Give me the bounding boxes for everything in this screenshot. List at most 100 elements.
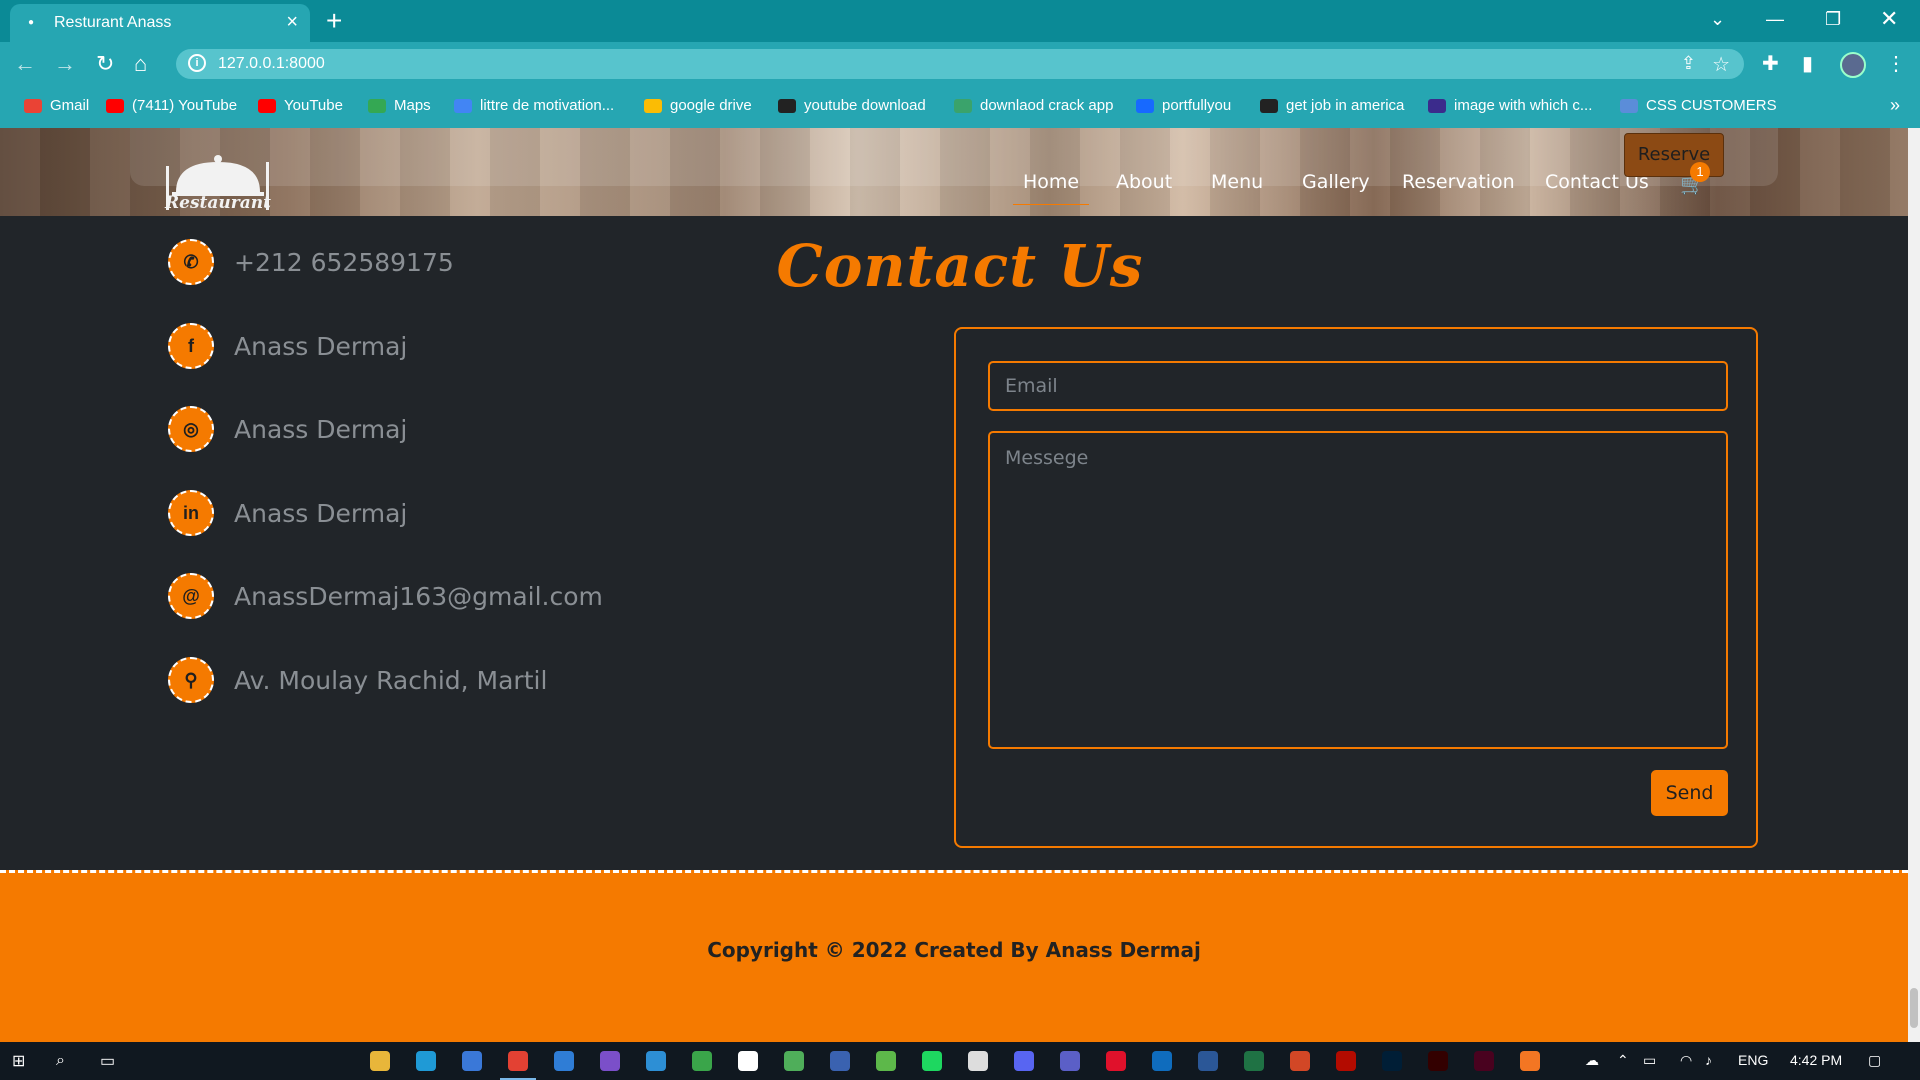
- app-icon[interactable]: [968, 1051, 988, 1071]
- nav-reservation[interactable]: Reservation: [1402, 171, 1515, 193]
- contact-item: ◎ Anass Dermaj: [168, 406, 407, 452]
- outlook-icon[interactable]: [1152, 1051, 1172, 1071]
- contact-text: AnassDermaj163@gmail.com: [234, 581, 603, 611]
- bookmarks-overflow-icon[interactable]: »: [1890, 95, 1900, 116]
- tray-weather-icon[interactable]: ☁: [1585, 1052, 1599, 1069]
- bookmark-item[interactable]: image with which c...: [1428, 97, 1592, 114]
- restore-icon[interactable]: ❐: [1825, 6, 1841, 32]
- message-textarea[interactable]: [988, 431, 1728, 749]
- mail-icon[interactable]: [554, 1051, 574, 1071]
- bookmark-label: youtube download: [804, 97, 926, 114]
- tab-search-chevron-icon[interactable]: ⌄: [1710, 6, 1725, 32]
- visual-studio-icon[interactable]: [600, 1051, 620, 1071]
- illustrator-icon[interactable]: [1428, 1051, 1448, 1071]
- indesign-icon[interactable]: [1474, 1051, 1494, 1071]
- app-icon[interactable]: [876, 1051, 896, 1071]
- address-bar[interactable]: i 127.0.0.1:8000 ⇪ ☆: [176, 49, 1744, 79]
- address-url[interactable]: 127.0.0.1:8000: [218, 55, 325, 73]
- task-view-icon[interactable]: ▭: [100, 1049, 115, 1073]
- browser-titlebar: ● Resturant Anass × + ⌄ — ❐ ✕: [0, 0, 1920, 42]
- vscode-icon[interactable]: [646, 1051, 666, 1071]
- share-icon[interactable]: ⇪: [1681, 53, 1696, 74]
- file-explorer-icon[interactable]: [370, 1051, 390, 1071]
- bookmark-item[interactable]: downlaod crack app: [954, 97, 1113, 114]
- acrobat-icon[interactable]: [1336, 1051, 1356, 1071]
- opera-icon[interactable]: [1106, 1051, 1126, 1071]
- wifi-icon[interactable]: ◠: [1680, 1052, 1692, 1069]
- chrome-icon[interactable]: [508, 1051, 528, 1071]
- photoshop-icon[interactable]: [1382, 1051, 1402, 1071]
- reload-icon[interactable]: ↻: [96, 51, 114, 77]
- facebook-icon: f: [168, 323, 214, 369]
- windows-start-icon[interactable]: ⊞: [12, 1049, 25, 1073]
- home-icon[interactable]: ⌂: [134, 51, 147, 77]
- bookmark-item[interactable]: get job in america: [1260, 97, 1404, 114]
- discord-icon[interactable]: [1014, 1051, 1034, 1071]
- browser-tab[interactable]: ● Resturant Anass ×: [10, 4, 310, 42]
- restaurant-logo[interactable]: Restaurant: [162, 152, 274, 214]
- nav-about[interactable]: About: [1116, 171, 1172, 193]
- nav-menu[interactable]: Menu: [1211, 171, 1263, 193]
- word-icon[interactable]: [1198, 1051, 1218, 1071]
- taskbar-search-icon[interactable]: ⌕: [56, 1049, 65, 1073]
- bookmark-item[interactable]: youtube download: [778, 97, 926, 114]
- extensions-puzzle-icon[interactable]: ✚: [1762, 52, 1779, 76]
- bookmark-item[interactable]: (7411) YouTube: [106, 97, 237, 114]
- instagram-icon: ◎: [168, 406, 214, 452]
- battery-icon[interactable]: ▭: [1643, 1052, 1656, 1069]
- clock[interactable]: 4:42 PM: [1790, 1052, 1842, 1068]
- send-button[interactable]: Send: [1651, 770, 1728, 816]
- bookmark-label: littre de motivation...: [480, 97, 615, 114]
- side-panel-icon[interactable]: ▮: [1802, 52, 1813, 76]
- contact-text: Anass Dermaj: [234, 498, 408, 528]
- bookmark-item[interactable]: littre de motivation...: [454, 97, 614, 114]
- back-arrow-icon[interactable]: ←: [14, 51, 36, 77]
- bookmark-item[interactable]: CSS CUSTOMERS: [1620, 97, 1777, 114]
- app-icon[interactable]: [830, 1051, 850, 1071]
- tab-close-icon[interactable]: ×: [286, 11, 298, 33]
- contact-text: Av. Moulay Rachid, Martil: [234, 665, 548, 695]
- bookmark-item[interactable]: Maps: [368, 97, 431, 114]
- contact-item: f Anass Dermaj: [168, 323, 407, 369]
- location-icon: ⚲: [168, 657, 214, 703]
- footer: Copyright © 2022 Created By Anass Dermaj: [0, 870, 1908, 1042]
- site-info-icon[interactable]: i: [188, 54, 206, 72]
- scrollbar-thumb[interactable]: [1910, 988, 1918, 1028]
- bookmark-item[interactable]: google drive: [644, 97, 752, 114]
- profile-avatar[interactable]: [1840, 52, 1866, 78]
- powerpoint-icon[interactable]: [1290, 1051, 1310, 1071]
- notifications-icon[interactable]: ▢: [1868, 1052, 1881, 1069]
- app-icon[interactable]: [738, 1051, 758, 1071]
- language-indicator[interactable]: ENG: [1738, 1052, 1768, 1068]
- xbox-icon[interactable]: [692, 1051, 712, 1071]
- edge-icon[interactable]: [416, 1051, 436, 1071]
- globe-icon: [1428, 98, 1446, 113]
- teams-icon[interactable]: [1060, 1051, 1080, 1071]
- window-close-icon[interactable]: ✕: [1880, 6, 1898, 32]
- spotify-icon[interactable]: [922, 1051, 942, 1071]
- at-icon: @: [168, 573, 214, 619]
- bookmark-item[interactable]: Gmail: [24, 97, 89, 114]
- footer-copyright: Copyright © 2022 Created By Anass Dermaj: [707, 938, 1201, 962]
- bookmark-star-icon[interactable]: ☆: [1712, 52, 1730, 77]
- bookmark-item[interactable]: portfullyou: [1136, 97, 1231, 114]
- xampp-icon[interactable]: [1520, 1051, 1540, 1071]
- nav-gallery[interactable]: Gallery: [1302, 171, 1370, 193]
- tray-chevron-icon[interactable]: ⌃: [1617, 1052, 1629, 1069]
- nav-home[interactable]: Home: [1012, 171, 1090, 205]
- page-viewport: Restaurant Home About Menu Gallery Reser…: [0, 128, 1908, 1042]
- app-icon[interactable]: [784, 1051, 804, 1071]
- bookmark-label: image with which c...: [1454, 97, 1593, 114]
- page-scrollbar[interactable]: [1908, 128, 1920, 1042]
- new-tab-icon[interactable]: +: [326, 6, 342, 36]
- browser-menu-icon[interactable]: ⋮: [1886, 52, 1906, 76]
- minimize-icon[interactable]: —: [1766, 6, 1784, 32]
- forward-arrow-icon[interactable]: →: [54, 51, 76, 77]
- email-input[interactable]: [988, 361, 1728, 411]
- volume-icon[interactable]: ♪: [1705, 1052, 1712, 1068]
- store-icon[interactable]: [462, 1051, 482, 1071]
- bookmark-label: portfullyou: [1162, 97, 1232, 114]
- bookmark-item[interactable]: YouTube: [258, 97, 343, 114]
- drive-icon: [644, 98, 662, 113]
- excel-icon[interactable]: [1244, 1051, 1264, 1071]
